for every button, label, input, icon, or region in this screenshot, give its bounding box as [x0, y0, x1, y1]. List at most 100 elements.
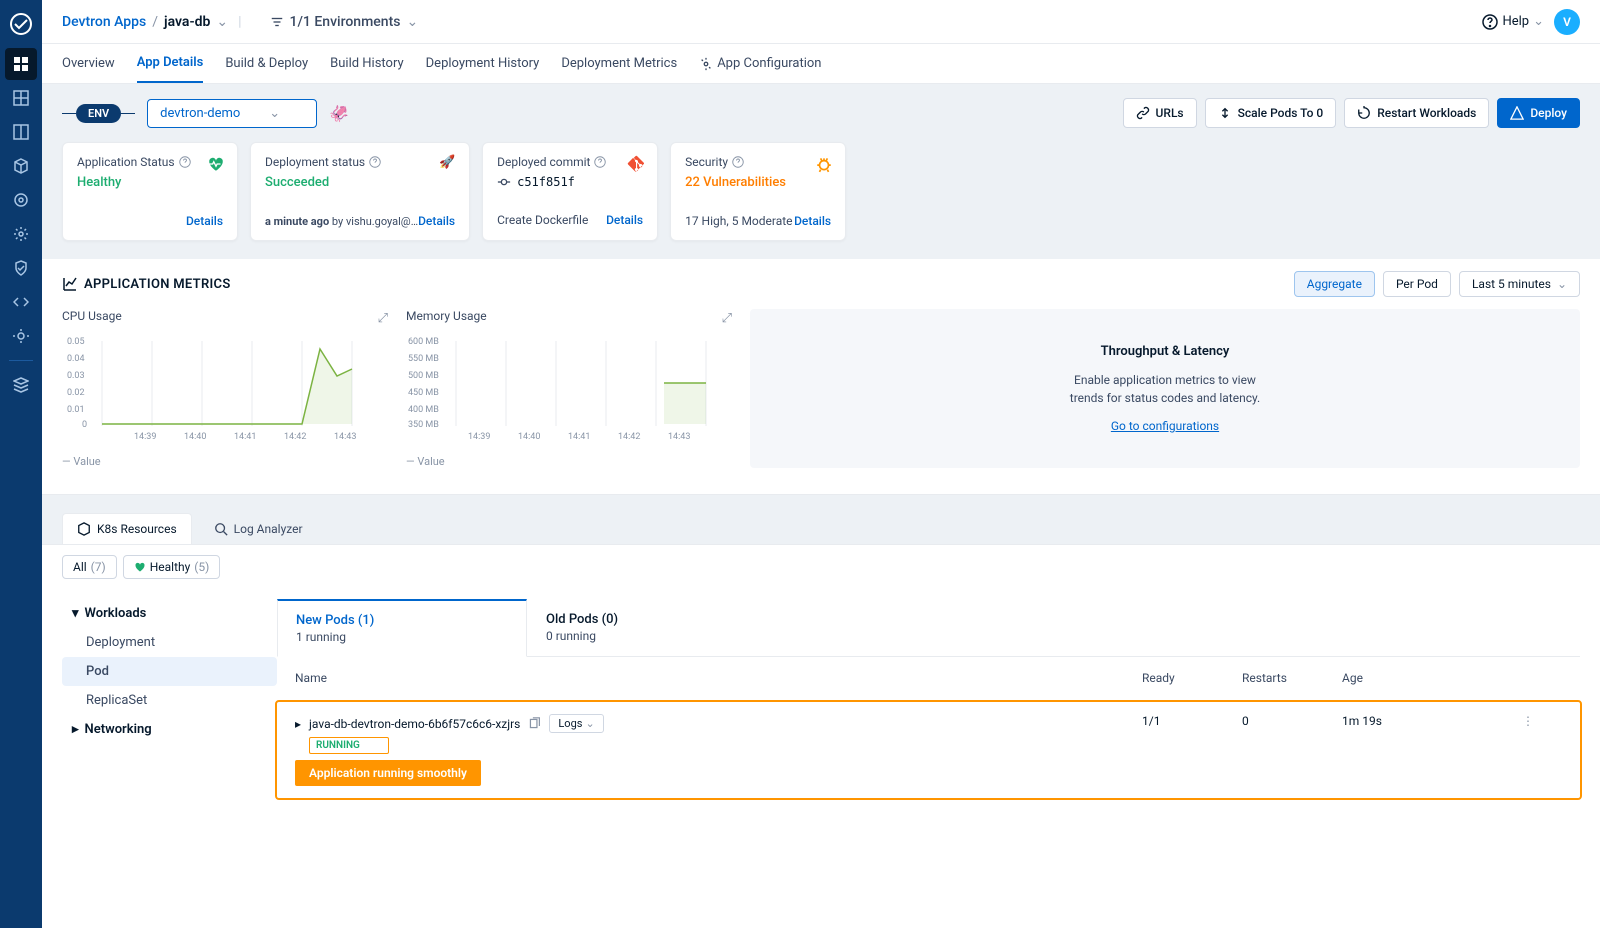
tab-deployment-history[interactable]: Deployment History: [426, 45, 540, 82]
nav-shield-icon[interactable]: [5, 252, 37, 284]
cell-ready: 1/1: [1142, 714, 1242, 728]
tab-overview[interactable]: Overview: [62, 45, 115, 82]
chevron-down-icon: ▾: [72, 606, 79, 621]
tab-log-analyzer[interactable]: Log Analyzer: [200, 513, 317, 544]
card-title: Application Status: [77, 155, 223, 169]
card-title: Deployed commit: [497, 155, 643, 169]
card-footer: Create Dockerfile Details: [497, 213, 643, 227]
nav-cube-icon[interactable]: [5, 150, 37, 182]
pod-name: java-db-devtron-demo-6b6f57c6c6-xzjrs: [309, 717, 520, 731]
env-count[interactable]: 1/1 Environments ⌄: [270, 14, 419, 30]
cell-age: 1m 19s: [1342, 714, 1522, 728]
logs-button[interactable]: Logs⌄: [549, 714, 603, 733]
tab-k8s-resources[interactable]: K8s Resources: [62, 513, 192, 544]
svg-text:0.01: 0.01: [67, 405, 85, 415]
tooltip: Application running smoothly: [295, 760, 481, 786]
status-value: Healthy: [77, 175, 223, 190]
aggregate-pill[interactable]: Aggregate: [1294, 271, 1375, 297]
svg-text:14:39: 14:39: [468, 432, 490, 442]
restart-workloads-button[interactable]: Restart Workloads: [1344, 98, 1489, 128]
tab-deployment-metrics[interactable]: Deployment Metrics: [561, 45, 677, 82]
pod-tab-new[interactable]: New Pods (1) 1 running: [277, 599, 527, 657]
nav-target-icon[interactable]: [5, 184, 37, 216]
filter-healthy[interactable]: Healthy (5): [123, 555, 221, 579]
svg-text:0.03: 0.03: [67, 371, 85, 381]
status-badge: RUNNING: [309, 737, 389, 754]
pod-tabs: New Pods (1) 1 running Old Pods (0) 0 ru…: [277, 599, 1580, 657]
breadcrumb-root[interactable]: Devtron Apps: [62, 14, 146, 30]
copy-icon[interactable]: [528, 717, 541, 730]
nav-gear-icon[interactable]: [5, 218, 37, 250]
env-row: ENV devtron-demo ⌄ 🦑 URLs: [62, 98, 1580, 128]
deploy-button[interactable]: Deploy: [1497, 98, 1580, 128]
commit-hash: c51f851f: [517, 175, 575, 189]
env-select[interactable]: devtron-demo ⌄: [147, 99, 317, 128]
pod-name-row: ▸ java-db-devtron-demo-6b6f57c6c6-xzjrs …: [295, 714, 1142, 733]
details-link[interactable]: Details: [186, 214, 223, 228]
throughput-text: Enable application metrics to view trend…: [1070, 371, 1260, 407]
tree-workloads[interactable]: ▾ Workloads: [62, 599, 277, 628]
scale-pods-button[interactable]: Scale Pods To 0: [1205, 98, 1337, 128]
tree-deployment[interactable]: Deployment: [62, 628, 277, 657]
tab-build-deploy[interactable]: Build & Deploy: [225, 45, 308, 82]
expand-icon[interactable]: ⤢: [378, 311, 388, 326]
svg-text:500 MB: 500 MB: [408, 371, 439, 381]
nav-settings-icon[interactable]: [5, 320, 37, 352]
nav-window-icon[interactable]: [5, 116, 37, 148]
tree-pod[interactable]: Pod: [62, 657, 277, 686]
svg-text:450 MB: 450 MB: [408, 388, 439, 398]
throughput-panel: Throughput & Latency Enable application …: [750, 309, 1580, 468]
tab-build-history[interactable]: Build History: [330, 45, 404, 82]
chevron-down-icon: ⌄: [1557, 277, 1567, 291]
chevron-right-icon: ▸: [72, 722, 79, 737]
memory-chart: ⤢ Memory Usage 600 MB550 MB500 MB450 MB4…: [406, 309, 736, 468]
expand-icon[interactable]: ⤢: [722, 311, 732, 326]
col-restarts: Restarts: [1242, 671, 1342, 685]
tab-app-details[interactable]: App Details: [137, 44, 204, 83]
svg-text:400 MB: 400 MB: [408, 405, 439, 415]
tree-networking[interactable]: ▸ Networking: [62, 715, 277, 744]
card-footer: Details: [77, 214, 223, 228]
more-actions-icon[interactable]: ⋮: [1522, 714, 1562, 728]
nav-apps-icon[interactable]: [5, 48, 37, 80]
tree-replicaset[interactable]: ReplicaSet: [62, 686, 277, 715]
nav-code-icon[interactable]: [5, 286, 37, 318]
details-link[interactable]: Details: [794, 214, 831, 228]
details-link[interactable]: Details: [418, 214, 455, 228]
cell-restarts: 0: [1242, 714, 1342, 728]
svg-text:14:41: 14:41: [234, 432, 256, 442]
svg-text:14:43: 14:43: [668, 432, 690, 442]
urls-button[interactable]: URLs: [1123, 98, 1197, 128]
time-range-select[interactable]: Last 5 minutes ⌄: [1459, 271, 1580, 297]
help-button[interactable]: Help ⌄: [1482, 14, 1544, 30]
chevron-right-icon[interactable]: ▸: [295, 717, 301, 731]
chevron-down-icon[interactable]: ⌄: [216, 14, 228, 30]
sidebar: [0, 0, 42, 928]
card-deployment-status: Deployment status 🚀 Succeeded a minute a…: [250, 142, 470, 241]
card-commit: Deployed commit c51f851f Create Dockerfi…: [482, 142, 658, 241]
go-to-configurations-link[interactable]: Go to configurations: [1111, 419, 1219, 433]
logo[interactable]: [7, 10, 35, 38]
nav-tabs: Overview App Details Build & Deploy Buil…: [42, 44, 1600, 84]
bug-icon: [815, 155, 833, 173]
card-title: Deployment status: [265, 155, 455, 169]
split-view: ▾ Workloads Deployment Pod ReplicaSet ▸ …: [42, 589, 1600, 810]
tab-app-configuration[interactable]: App Configuration: [699, 45, 821, 82]
env-left: ENV devtron-demo ⌄ 🦑: [62, 99, 349, 128]
svg-text:0.05: 0.05: [67, 337, 85, 347]
nav-grid-icon[interactable]: [5, 82, 37, 114]
cpu-chart: ⤢ CPU Usage 0.050.040.030.020.010 14:391…: [62, 309, 392, 468]
nav-layers-icon[interactable]: [5, 369, 37, 401]
pod-tab-old[interactable]: Old Pods (0) 0 running: [527, 599, 777, 656]
svg-text:0.04: 0.04: [67, 354, 85, 364]
svg-text:14:42: 14:42: [284, 432, 306, 442]
details-link[interactable]: Details: [606, 213, 643, 227]
status-value: 22 Vulnerabilities: [685, 175, 831, 190]
filter-all[interactable]: All (7): [62, 555, 117, 579]
avatar[interactable]: V: [1554, 9, 1580, 35]
filter-row: All (7) Healthy (5): [42, 545, 1600, 589]
env-badge: ENV: [76, 104, 121, 123]
per-pod-pill[interactable]: Per Pod: [1383, 271, 1451, 297]
charts-row: ⤢ CPU Usage 0.050.040.030.020.010 14:391…: [42, 309, 1600, 494]
status-value: Succeeded: [265, 175, 455, 190]
